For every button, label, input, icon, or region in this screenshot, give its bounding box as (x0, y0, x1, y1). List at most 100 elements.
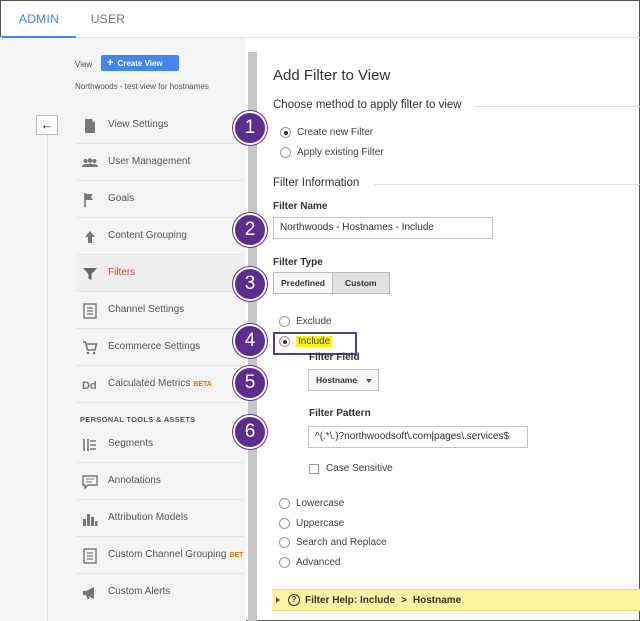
step-badge-1: 1 (233, 111, 267, 145)
sidebar-item-content-grouping[interactable]: Content Grouping (76, 219, 244, 255)
step-badge-5: 5 (233, 366, 267, 400)
filter-pattern-input[interactable]: ^(.*\.)?northwoodsoft\.com|pages\.servic… (308, 426, 528, 448)
radio-dot (279, 557, 290, 568)
sidebar-item-user-management[interactable]: User Management (76, 145, 244, 181)
sidebar-item-view-settings[interactable]: View Settings (76, 108, 244, 144)
step-badge-2: 2 (233, 213, 267, 247)
sidebar: View + Create View Northwoods - test view… (70, 38, 246, 621)
flag-icon (84, 193, 93, 207)
sidebar-item-label: View Settings (108, 119, 169, 130)
filter-help-bar[interactable]: ? Filter Help: Include > Hostname (272, 589, 640, 611)
sidebar-item-filters[interactable]: Filters (76, 256, 244, 292)
sidebar-item-segments[interactable]: Segments (76, 427, 244, 463)
view-label: View (75, 60, 93, 69)
create-view-label: Create View (117, 59, 163, 68)
radio-label: Lowercase (296, 498, 345, 509)
sidebar-item-goals[interactable]: Goals (76, 182, 244, 218)
filter-type-label: Filter Type (273, 257, 323, 268)
channel-grouping-icon (83, 548, 97, 564)
radio-label: Search and Replace (296, 537, 387, 548)
help-text: Filter Help: Include (305, 594, 396, 606)
radio-label: Uppercase (296, 518, 345, 529)
radio-advanced[interactable]: Advanced (279, 557, 340, 568)
create-view-button[interactable]: + Create View (101, 55, 179, 71)
help-target: Hostname (412, 594, 462, 606)
help-icon: ? (288, 594, 300, 606)
radio-lowercase[interactable]: Lowercase (279, 498, 344, 509)
radio-uppercase[interactable]: Uppercase (279, 518, 344, 529)
radio-search-and-replace[interactable]: Search and Replace (279, 537, 387, 548)
sidebar-item-label: Custom Channel Grouping BET (108, 549, 243, 560)
sidebar-item-label: User Management (108, 156, 191, 167)
tab-custom[interactable]: Custom (332, 272, 390, 294)
radio-apply-existing-filter[interactable]: Apply existing Filter (280, 147, 384, 158)
sidebar-item-calculated-metrics[interactable]: Dd Calculated Metrics BETA (76, 367, 244, 403)
tab-predefined[interactable]: Predefined (273, 272, 333, 294)
plus-icon: + (107, 57, 114, 69)
sidebar-item-label: Annotations (108, 475, 161, 486)
checkbox-label: Case Sensitive (326, 463, 393, 474)
sidebar-item-label: Attribution Models (108, 512, 189, 523)
case-sensitive-checkbox[interactable]: Case Sensitive (309, 463, 393, 474)
divider (474, 106, 640, 107)
sidebar-item-ecommerce-settings[interactable]: Ecommerce Settings (76, 330, 244, 366)
content-grouping-icon (85, 231, 95, 243)
filter-name-input[interactable]: Northwoods - Hostnames - Include (273, 217, 493, 239)
sidebar-item-annotations[interactable]: Annotations (76, 464, 244, 500)
method-heading: Choose method to apply filter to view (273, 99, 462, 111)
checkbox-box (309, 463, 319, 474)
radio-dot (280, 127, 291, 138)
help-separator: > (401, 594, 407, 606)
section-heading-personal-tools: PERSONAL TOOLS & ASSETS (80, 415, 196, 424)
cart-icon (83, 341, 98, 355)
page-title: Add Filter to View (273, 67, 391, 84)
bar-chart-icon (83, 514, 98, 526)
filter-name-label: Filter Name (273, 201, 328, 212)
calculated-metrics-icon: Dd (82, 380, 97, 392)
divider (47, 135, 48, 621)
radio-dot (279, 498, 290, 509)
main-panel: Add Filter to View Choose method to appl… (262, 38, 640, 621)
tab-user[interactable]: USER (88, 0, 128, 38)
users-icon (82, 158, 98, 167)
sidebar-item-label: Filters (108, 267, 136, 278)
step-badge-4: 4 (233, 324, 267, 358)
svg-text:Dd: Dd (82, 380, 97, 392)
filter-field-dropdown[interactable]: Hostname (308, 369, 379, 391)
left-gutter (0, 38, 70, 621)
annotation-icon (82, 475, 98, 490)
sidebar-item-custom-channel-grouping[interactable]: Custom Channel Grouping BET (76, 538, 244, 574)
filter-icon (83, 268, 97, 280)
channel-settings-icon (83, 303, 97, 319)
radio-dot (279, 518, 290, 529)
radio-dot (279, 316, 290, 327)
expand-triangle-icon (276, 597, 280, 603)
dropdown-value: Hostname (316, 375, 358, 385)
sidebar-item-label: Channel Settings (108, 304, 185, 315)
sidebar-item-label: Ecommerce Settings (108, 341, 201, 352)
radio-dot (279, 537, 290, 548)
radio-exclude[interactable]: Exclude (279, 316, 332, 327)
radio-label: Include (296, 336, 333, 347)
radio-label: Exclude (296, 316, 332, 327)
megaphone-icon (83, 587, 94, 599)
radio-label: Apply existing Filter (297, 147, 384, 158)
step-badge-6: 6 (233, 415, 267, 449)
sidebar-item-attribution-models[interactable]: Attribution Models (76, 501, 244, 537)
sidebar-item-custom-alerts[interactable]: Custom Alerts (76, 575, 244, 611)
radio-label: Advanced (296, 557, 341, 568)
sidebar-item-channel-settings[interactable]: Channel Settings (76, 293, 244, 329)
custom-channel-grouping-label: Custom Channel Grouping (108, 549, 227, 560)
document-icon (85, 119, 95, 133)
back-arrow-icon[interactable]: ← (36, 115, 58, 135)
sidebar-item-label: Content Grouping (108, 230, 187, 241)
tab-admin[interactable]: ADMIN (2, 0, 76, 38)
divider (374, 184, 640, 185)
view-name: Northwoods - test view for hostnames (75, 82, 209, 91)
segments-icon (83, 439, 96, 451)
sidebar-item-label: Custom Alerts (108, 586, 171, 597)
radio-include[interactable]: Include (279, 336, 333, 347)
filter-type-toggle: Predefined Custom (273, 272, 390, 294)
radio-dot (280, 147, 291, 158)
radio-create-new-filter[interactable]: Create new Filter (280, 127, 373, 138)
